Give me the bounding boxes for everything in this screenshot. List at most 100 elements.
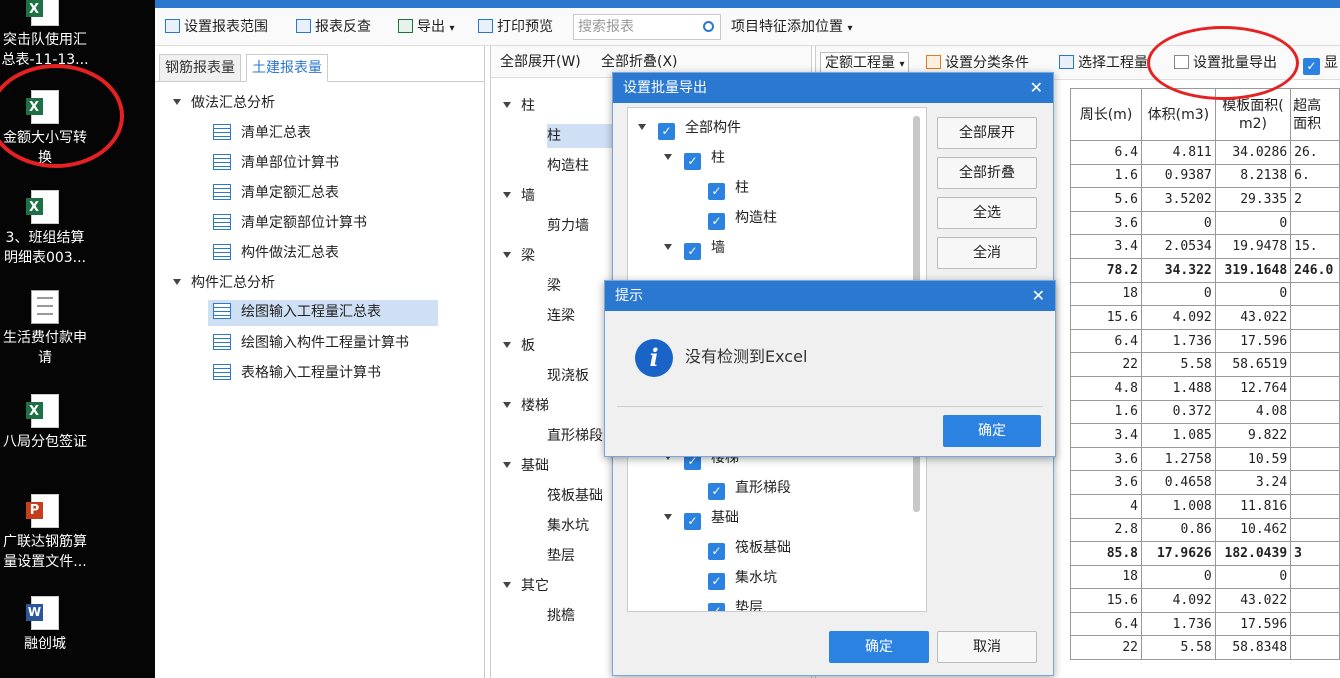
export-dropdown-button[interactable]: 导出 ▾ [398, 17, 454, 37]
table-row[interactable]: 4 1.008 11.816 [1070, 493, 1340, 519]
expand-all-button[interactable]: 全部展开 [937, 117, 1037, 149]
select-quantity-button[interactable]: 选择工程量 [1059, 53, 1148, 73]
checkbox-tree-node[interactable]: ✓ 柱 [708, 176, 749, 200]
checkbox-checked-icon[interactable]: ✓ [658, 123, 675, 140]
deselect-all-button[interactable]: 全消 [937, 237, 1037, 269]
set-category-button[interactable]: 设置分类条件 [926, 53, 1029, 73]
tree-leaf[interactable]: 连梁 [547, 304, 575, 328]
tree-category[interactable]: 基础 [503, 454, 549, 478]
table-row[interactable]: 1.6 0.9387 8.2138 6. [1070, 163, 1340, 189]
tree-group-component-summary[interactable]: 构件汇总分析 [173, 271, 275, 295]
report-item[interactable]: 清单定额汇总表 [213, 181, 339, 205]
desktop-file-1[interactable]: 突击队使用汇 总表-11-13... [0, 0, 90, 70]
report-item[interactable]: 清单定额部位计算书 [213, 211, 367, 235]
checkbox-checked-icon[interactable]: ✓ [684, 243, 701, 260]
checkbox-tree-node[interactable]: ✓ 基础 [664, 506, 739, 530]
tree-leaf[interactable]: 直形梯段 [547, 424, 603, 448]
tree-group-method-summary[interactable]: 做法汇总分析 [173, 91, 275, 115]
table-row[interactable]: 3.4 1.085 9.822 [1070, 423, 1340, 448]
checkbox-checked-icon[interactable]: ✓ [708, 183, 725, 200]
checkbox-tree-node[interactable]: ✓ 柱 [664, 146, 725, 170]
table-row[interactable]: 1.6 0.372 4.08 [1070, 399, 1340, 425]
add-feature-position-dropdown[interactable]: 项目特征添加位置 ▾ [731, 17, 852, 37]
table-row[interactable]: 4.8 1.488 12.764 [1070, 375, 1340, 401]
tree-leaf[interactable]: 筏板基础 [547, 484, 603, 508]
tree-leaf[interactable]: 柱 [547, 124, 617, 148]
expand-triangle-icon[interactable] [664, 154, 672, 160]
table-row[interactable]: 15.6 4.092 43.022 [1070, 588, 1340, 613]
desktop-file-3[interactable]: 3、班组结算 明细表003... [0, 190, 90, 268]
checkbox-tree-node[interactable]: ✓ 构造柱 [708, 206, 777, 230]
table-row[interactable]: 78.2 34.322 319.1648 246.0 [1070, 257, 1340, 283]
tree-category[interactable]: 墙 [503, 184, 535, 208]
table-row[interactable]: 3.6 0.4658 3.24 [1070, 470, 1340, 495]
expand-triangle-icon[interactable] [664, 514, 672, 520]
checkbox-tree-node[interactable]: ✓ 集水坑 [708, 566, 777, 590]
table-row[interactable]: 15.6 4.092 43.022 [1070, 305, 1340, 330]
tree-category[interactable]: 梁 [503, 244, 535, 268]
tree-leaf[interactable]: 梁 [547, 274, 561, 298]
table-row[interactable]: 6.4 1.736 17.596 [1070, 611, 1340, 637]
desktop-file-5[interactable]: 八局分包签证 [0, 394, 90, 452]
ok-button[interactable]: 确定 [943, 415, 1041, 447]
checkbox-checked-icon[interactable]: ✓ [708, 543, 725, 560]
desktop-file-4[interactable]: 生活费付款申 请 [0, 290, 90, 368]
expand-triangle-icon[interactable] [664, 244, 672, 250]
cancel-button[interactable]: 取消 [937, 631, 1037, 663]
report-item[interactable]: 构件做法汇总表 [213, 241, 339, 265]
display-toggle[interactable]: ✓ 显 [1303, 53, 1338, 75]
checkbox-tree-node[interactable]: ✓ 墙 [664, 236, 725, 260]
tab-rebar-report[interactable]: 钢筋报表量 [159, 54, 241, 82]
close-icon[interactable]: ✕ [1032, 281, 1045, 311]
report-item[interactable]: 绘图输入构件工程量计算书 [213, 331, 409, 355]
checkbox-tree-node[interactable]: ✓ 全部构件 [638, 116, 741, 140]
tree-leaf[interactable]: 集水坑 [547, 514, 589, 538]
checkbox-checked-icon[interactable]: ✓ [708, 573, 725, 590]
table-row[interactable]: 2.8 0.86 10.462 [1070, 517, 1340, 543]
table-row[interactable]: 85.8 17.9626 182.0439 3 [1070, 541, 1340, 566]
report-item[interactable]: 表格输入工程量计算书 [213, 361, 381, 385]
ok-button[interactable]: 确定 [829, 631, 929, 663]
tree-leaf[interactable]: 现浇板 [547, 364, 589, 388]
tree-leaf[interactable]: 剪力墙 [547, 214, 589, 238]
search-icon[interactable] [703, 21, 714, 32]
table-row[interactable]: 6.4 4.811 34.0286 26. [1070, 140, 1340, 165]
select-all-button[interactable]: 全选 [937, 197, 1037, 229]
tree-category[interactable]: 板 [503, 334, 535, 358]
table-row[interactable]: 18 0 0 [1070, 564, 1340, 590]
tree-category[interactable]: 柱 [503, 94, 535, 118]
table-row[interactable]: 3.6 0 0 [1070, 210, 1340, 236]
quota-quantity-select[interactable]: 定额工程量 ▾ [820, 52, 910, 74]
checkbox-checked-icon[interactable]: ✓ [708, 483, 725, 500]
search-reports-input[interactable]: 搜索报表 [573, 14, 721, 40]
report-item-selected[interactable]: 绘图输入工程量汇总表 [208, 300, 438, 326]
report-item[interactable]: 清单汇总表 [213, 121, 311, 145]
checkbox-checked-icon[interactable]: ✓ [708, 213, 725, 230]
tree-category[interactable]: 其它 [503, 574, 549, 598]
tree-leaf[interactable]: 挑檐 [547, 604, 575, 628]
tree-category[interactable]: 楼梯 [503, 394, 549, 418]
tab-civil-report[interactable]: 土建报表量 [246, 54, 328, 82]
table-row[interactable]: 5.6 3.5202 29.335 2 [1070, 187, 1340, 212]
expand-triangle-icon[interactable] [638, 124, 646, 130]
checkbox-checked-icon[interactable]: ✓ [708, 603, 725, 611]
checkbox-checked-icon[interactable]: ✓ [684, 153, 701, 170]
table-row[interactable]: 18 0 0 [1070, 281, 1340, 307]
table-row[interactable]: 3.6 1.2758 10.59 [1070, 446, 1340, 472]
checkbox-tree-node[interactable]: ✓ 直形梯段 [708, 476, 791, 500]
set-report-range-button[interactable]: 设置报表范围 [165, 17, 268, 37]
collapse-all-button[interactable]: 全部折叠 [937, 157, 1037, 189]
checkbox-tree-node[interactable]: ✓ 垫层 [708, 596, 763, 611]
checkbox-checked-icon[interactable]: ✓ [684, 513, 701, 530]
table-row[interactable]: 22 5.58 58.8348 [1070, 635, 1340, 661]
expand-all-button[interactable]: 全部展开(W) [500, 52, 581, 72]
tree-leaf[interactable]: 垫层 [547, 544, 575, 568]
print-preview-button[interactable]: 打印预览 [478, 17, 553, 37]
report-item[interactable]: 清单部位计算书 [213, 151, 339, 175]
table-row[interactable]: 22 5.58 58.6519 [1070, 352, 1340, 377]
checkbox-tree-node[interactable]: ✓ 筏板基础 [708, 536, 791, 560]
table-row[interactable]: 6.4 1.736 17.596 [1070, 328, 1340, 354]
desktop-file-7[interactable]: 融创城 [0, 596, 90, 654]
desktop-file-6[interactable]: 广联达钢筋算 量设置文件... [0, 494, 90, 572]
close-icon[interactable]: ✕ [1030, 73, 1043, 103]
